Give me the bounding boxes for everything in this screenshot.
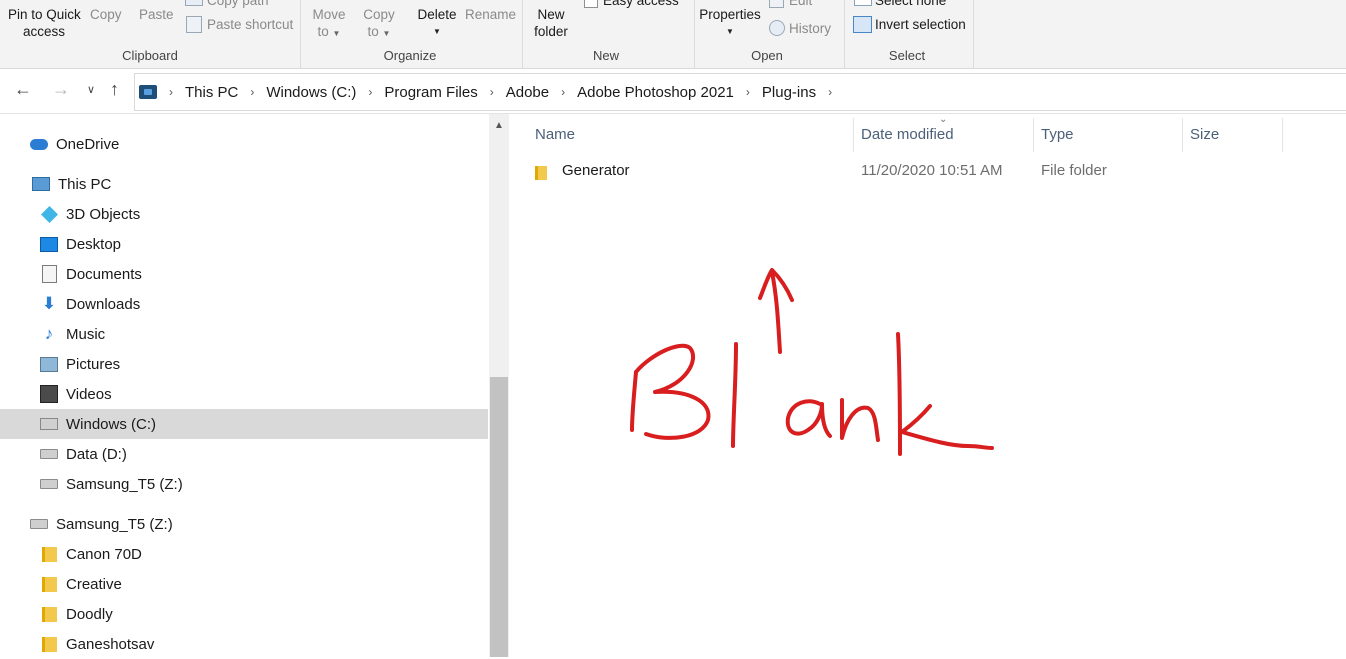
annotation-letter-b-stem xyxy=(630,370,638,432)
annotation-letter-a xyxy=(785,399,832,438)
handwritten-blank-annotation xyxy=(630,268,994,456)
annotation-arrow-shaft xyxy=(770,270,782,354)
annotation-letter-b-bowls xyxy=(634,343,711,440)
annotation-letter-n xyxy=(839,398,880,442)
annotation-letter-k-stem xyxy=(896,332,902,456)
annotation-letter-l xyxy=(731,342,738,448)
annotation-letter-k-leg xyxy=(900,404,994,450)
